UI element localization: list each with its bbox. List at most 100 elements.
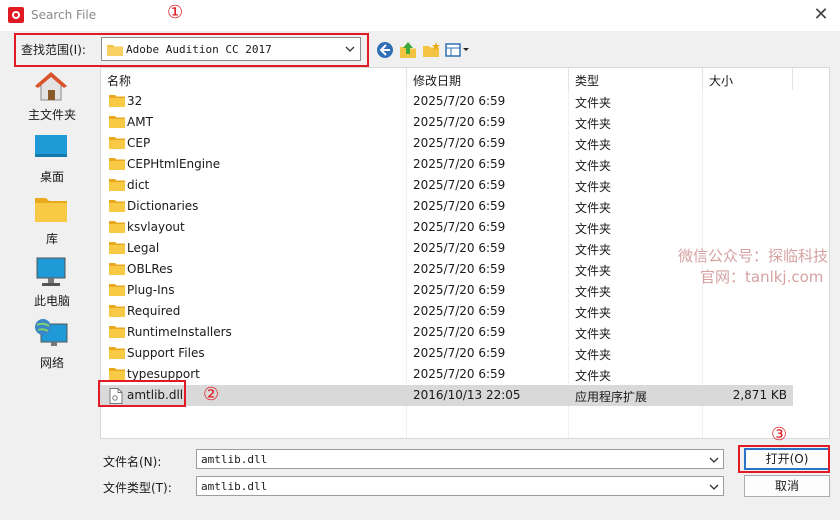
watermark-line-1: 微信公众号：探临科技 xyxy=(678,247,829,265)
table-row[interactable]: Support Files 2025/7/20 6:59 文件夹 xyxy=(101,343,793,364)
file-type-value: amtlib.dll xyxy=(201,480,268,493)
table-row[interactable]: Dictionaries 2025/7/20 6:59 文件夹 xyxy=(101,196,793,217)
folder-icon xyxy=(109,241,125,258)
file-name-value: amtlib.dll xyxy=(201,453,268,466)
file-type: 文件夹 xyxy=(575,159,612,173)
file-type: 文件夹 xyxy=(575,180,612,194)
column-header-date[interactable]: 修改日期 xyxy=(413,72,461,89)
place-label: 此电脑 xyxy=(33,294,70,308)
file-type: 文件夹 xyxy=(575,369,612,383)
table-row[interactable]: CEP 2025/7/20 6:59 文件夹 xyxy=(101,133,793,154)
file-name: Plug-Ins xyxy=(127,283,175,297)
file-name: typesupport xyxy=(127,367,200,381)
computer-icon xyxy=(36,257,66,286)
folder-icon xyxy=(109,283,125,300)
table-row[interactable]: typesupport 2025/7/20 6:59 文件夹 xyxy=(101,364,793,385)
table-row[interactable]: Required 2025/7/20 6:59 文件夹 xyxy=(101,301,793,322)
annotation-box-open xyxy=(738,445,830,473)
folder-icon xyxy=(109,325,125,342)
file-date: 2025/7/20 6:59 xyxy=(413,241,506,255)
file-name: Required xyxy=(127,304,181,318)
file-type: 应用程序扩展 xyxy=(575,390,648,404)
annotation-number-3: ③ xyxy=(771,424,788,445)
file-type-label: 文件类型(T): xyxy=(103,481,172,495)
column-divider[interactable] xyxy=(702,68,703,90)
close-button[interactable]: ✕ xyxy=(808,2,834,28)
app-icon xyxy=(8,7,24,23)
file-type: 文件夹 xyxy=(575,327,612,341)
folder-icon xyxy=(109,199,125,216)
back-icon[interactable] xyxy=(375,40,395,60)
folder-icon xyxy=(109,157,125,174)
annotation-box-lookin xyxy=(14,33,369,67)
cancel-button[interactable]: 取消 xyxy=(744,475,830,497)
place-label: 库 xyxy=(45,232,58,246)
file-name: ksvlayout xyxy=(127,220,185,234)
place-computer[interactable]: 此电脑 xyxy=(9,256,95,316)
file-date: 2025/7/20 6:59 xyxy=(413,115,506,129)
file-type: 文件夹 xyxy=(575,243,612,257)
sort-caret-icon: ^ xyxy=(250,67,258,75)
folder-icon xyxy=(109,346,125,363)
file-size: 2,871 KB xyxy=(732,388,787,402)
place-library[interactable]: 库 xyxy=(9,194,95,254)
file-date: 2025/7/20 6:59 xyxy=(413,304,506,318)
library-folder-icon xyxy=(35,198,67,222)
file-name: Support Files xyxy=(127,346,205,360)
annotation-number-2: ② xyxy=(203,384,220,405)
file-date: 2025/7/20 6:59 xyxy=(413,283,506,297)
file-date: 2025/7/20 6:59 xyxy=(413,94,506,108)
file-date: 2025/7/20 6:59 xyxy=(413,157,506,171)
file-date: 2025/7/20 6:59 xyxy=(413,262,506,276)
chevron-down-icon[interactable] xyxy=(708,453,720,467)
table-row[interactable]: dict 2025/7/20 6:59 文件夹 xyxy=(101,175,793,196)
file-date: 2025/7/20 6:59 xyxy=(413,367,506,381)
up-folder-icon[interactable] xyxy=(398,40,418,60)
file-type: 文件夹 xyxy=(575,264,612,278)
view-menu-icon[interactable] xyxy=(444,40,472,60)
file-type: 文件夹 xyxy=(575,138,612,152)
table-row[interactable]: AMT 2025/7/20 6:59 文件夹 xyxy=(101,112,793,133)
table-row[interactable]: CEPHtmlEngine 2025/7/20 6:59 文件夹 xyxy=(101,154,793,175)
file-type-select[interactable]: amtlib.dll xyxy=(196,476,724,496)
file-date: 2016/10/13 22:05 xyxy=(413,388,521,402)
file-type: 文件夹 xyxy=(575,117,612,131)
file-name: Legal xyxy=(127,241,160,255)
place-desktop[interactable]: 桌面 xyxy=(9,132,95,192)
file-name: CEP xyxy=(127,136,151,150)
file-type: 文件夹 xyxy=(575,306,612,320)
table-row[interactable]: RuntimeInstallers 2025/7/20 6:59 文件夹 xyxy=(101,322,793,343)
file-name: CEPHtmlEngine xyxy=(127,157,221,171)
file-type: 文件夹 xyxy=(575,96,612,110)
table-row[interactable]: 32 2025/7/20 6:59 文件夹 xyxy=(101,91,793,112)
place-home[interactable]: 主文件夹 xyxy=(9,70,95,130)
file-name: AMT xyxy=(127,115,153,129)
chevron-down-icon[interactable] xyxy=(708,480,720,494)
annotation-number-1: ① xyxy=(167,2,184,23)
column-header-type[interactable]: 类型 xyxy=(575,72,599,89)
list-header: ^ 名称 修改日期 类型 大小 xyxy=(101,68,829,90)
place-network[interactable]: 网络 xyxy=(9,318,95,378)
file-type: 文件夹 xyxy=(575,201,612,215)
column-divider[interactable] xyxy=(406,68,407,90)
file-name-input[interactable]: amtlib.dll xyxy=(196,449,724,469)
folder-icon xyxy=(109,94,125,111)
file-type: 文件夹 xyxy=(575,285,612,299)
file-date: 2025/7/20 6:59 xyxy=(413,136,506,150)
file-name: RuntimeInstallers xyxy=(127,325,232,339)
table-row[interactable]: ksvlayout 2025/7/20 6:59 文件夹 xyxy=(101,217,793,238)
file-type: 文件夹 xyxy=(575,222,612,236)
file-name: Dictionaries xyxy=(127,199,199,213)
folder-icon xyxy=(109,304,125,321)
column-header-name[interactable]: 名称 xyxy=(107,72,131,89)
table-row[interactable]: Plug-Ins 2025/7/20 6:59 文件夹 xyxy=(101,280,793,301)
column-divider[interactable] xyxy=(568,68,569,90)
file-date: 2025/7/20 6:59 xyxy=(413,178,506,192)
file-date: 2025/7/20 6:59 xyxy=(413,220,506,234)
annotation-box-file xyxy=(98,380,186,407)
folder-icon xyxy=(109,262,125,279)
column-header-size[interactable]: 大小 xyxy=(709,72,733,89)
file-name-label: 文件名(N): xyxy=(103,455,162,469)
window-title: Search File xyxy=(31,8,97,22)
new-folder-icon[interactable] xyxy=(421,40,441,60)
